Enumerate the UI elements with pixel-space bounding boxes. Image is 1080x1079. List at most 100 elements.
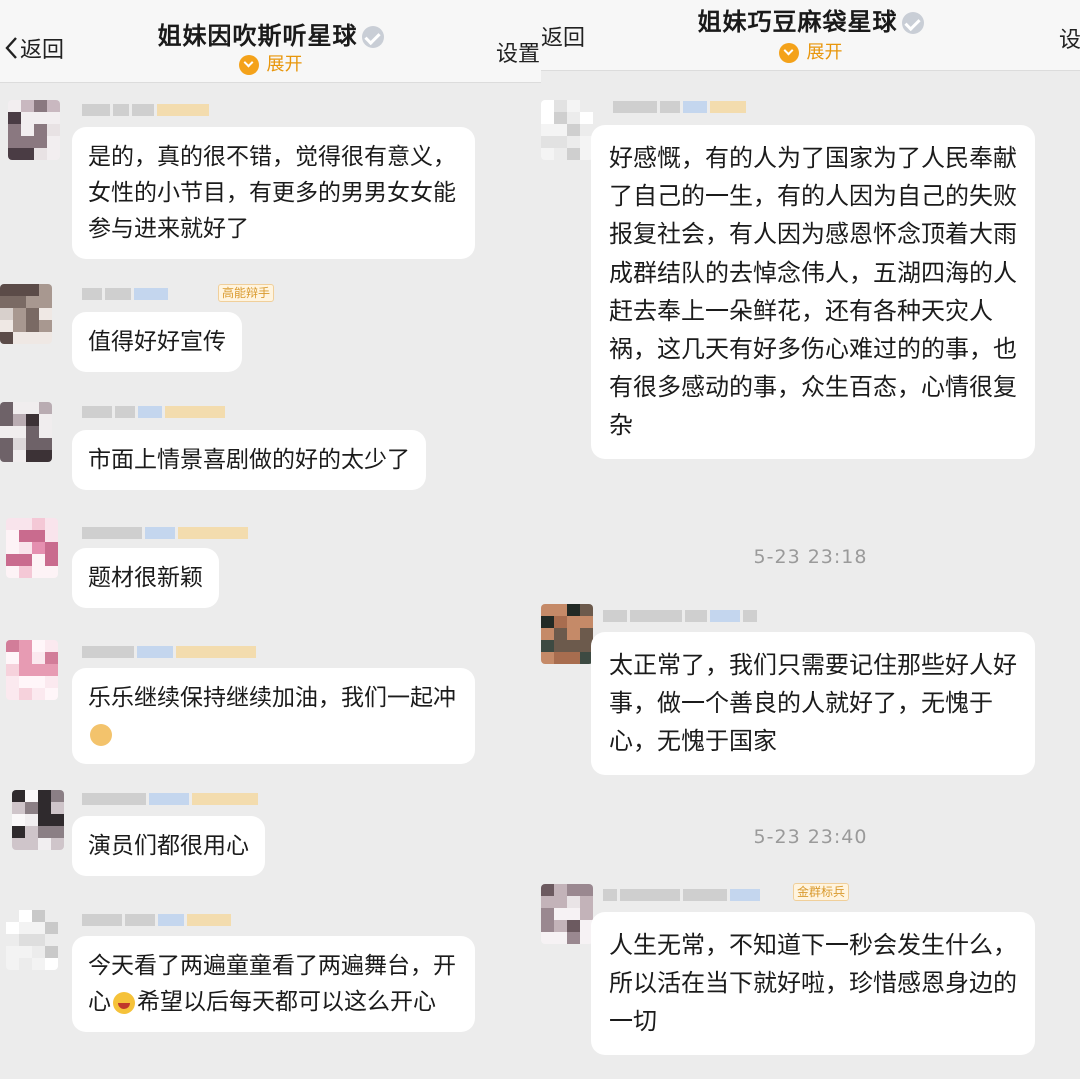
avatar-pixel	[25, 838, 38, 850]
avatar-pixel	[13, 450, 26, 462]
sender-name-blurred	[82, 101, 209, 119]
avatar[interactable]	[541, 604, 593, 664]
avatar-pixel	[541, 124, 554, 136]
avatar[interactable]	[6, 640, 58, 700]
avatar-pixel	[0, 438, 13, 450]
avatar-pixel	[541, 136, 554, 148]
message-text: 希望以后每天都可以这么开心	[137, 989, 436, 1015]
avatar-pixel	[21, 124, 34, 136]
avatar-pixel	[567, 124, 580, 136]
sender-name-blurred	[603, 886, 760, 904]
avatar-pixel	[19, 958, 32, 970]
message-bubble[interactable]: 今天看了两遍童童看了两遍舞台，开心 希望以后每天都可以这么开心	[72, 936, 475, 1032]
avatar[interactable]	[6, 910, 58, 970]
message-bubble[interactable]: 人生无常，不知道下一秒会发生什么，所以活在当下就好啦，珍惜感恩身边的一切	[591, 912, 1035, 1055]
avatar-pixel	[21, 136, 34, 148]
avatar-pixel	[12, 790, 25, 802]
message-bubble[interactable]: 演员们都很用心	[72, 816, 265, 876]
message-bubble[interactable]: 值得好好宣传	[72, 312, 242, 372]
message-bubble[interactable]: 太正常了，我们只需要记住那些好人好事，做一个善良的人就好了，无愧于心，无愧于国家	[591, 632, 1035, 775]
avatar-pixel	[45, 676, 58, 688]
expand-button[interactable]: 展开	[0, 50, 541, 76]
expand-label: 展开	[266, 54, 303, 75]
avatar-pixel	[6, 542, 19, 554]
settings-button[interactable]: 设置	[496, 36, 540, 68]
avatar-pixel	[541, 932, 554, 944]
avatar-pixel	[34, 124, 47, 136]
sender-name-blurred	[82, 790, 258, 808]
avatar-pixel	[26, 296, 39, 308]
avatar[interactable]	[541, 100, 593, 160]
avatar-pixel	[47, 100, 60, 112]
message-text: 题材很新颖	[88, 565, 203, 591]
avatar-pixel	[580, 628, 593, 640]
avatar-pixel	[0, 320, 13, 332]
avatar-pixel	[567, 112, 580, 124]
avatar[interactable]	[6, 518, 58, 578]
avatar-pixel	[541, 640, 554, 652]
avatar[interactable]	[0, 402, 52, 462]
avatar-pixel	[45, 910, 58, 922]
chat-panel-right: 返回 姐妹巧豆麻袋星球 展开 设 好感慨，有的人为了国家为了人民奉献了自己的一生…	[541, 0, 1080, 1079]
avatar-pixel	[32, 688, 45, 700]
avatar-pixel	[34, 148, 47, 160]
message-bubble[interactable]: 题材很新颖	[72, 548, 219, 608]
avatar-pixel	[39, 414, 52, 426]
avatar-pixel	[25, 826, 38, 838]
avatar-pixel	[6, 566, 19, 578]
avatar-pixel	[39, 284, 52, 296]
avatar-pixel	[554, 932, 567, 944]
avatar-pixel	[8, 112, 21, 124]
avatar-pixel	[32, 910, 45, 922]
avatar-pixel	[567, 616, 580, 628]
avatar-pixel	[32, 518, 45, 530]
message-bubble[interactable]: 市面上情景喜剧做的好的太少了	[72, 430, 426, 490]
avatar-pixel	[567, 652, 580, 664]
avatar-pixel	[25, 802, 38, 814]
avatar-pixel	[38, 790, 51, 802]
avatar-pixel	[580, 884, 593, 896]
avatar-pixel	[0, 284, 13, 296]
avatar-pixel	[13, 402, 26, 414]
avatar-pixel	[45, 518, 58, 530]
avatar-pixel	[47, 136, 60, 148]
avatar-pixel	[6, 664, 19, 676]
message-bubble[interactable]: 是的，真的很不错，觉得很有意义，女性的小节目，有更多的男男女女能参与进来就好了	[72, 127, 475, 259]
message-bubble[interactable]: 乐乐继续保持继续加油，我们一起冲	[72, 668, 475, 764]
avatar-pixel	[32, 922, 45, 934]
avatar-pixel	[541, 616, 554, 628]
expand-label: 展开	[806, 42, 843, 63]
message-text: 市面上情景喜剧做的好的太少了	[88, 447, 410, 473]
avatar-pixel	[32, 934, 45, 946]
avatar-pixel	[554, 148, 567, 160]
avatar-pixel	[12, 838, 25, 850]
avatar-pixel	[6, 688, 19, 700]
avatar-pixel	[51, 814, 64, 826]
avatar-pixel	[554, 628, 567, 640]
avatar[interactable]	[8, 100, 60, 160]
avatar-pixel	[554, 616, 567, 628]
avatar-pixel	[8, 124, 21, 136]
avatar-pixel	[554, 640, 567, 652]
avatar-pixel	[541, 604, 554, 616]
message-text: 人生无常，不知道下一秒会发生什么，所以活在当下就好啦，珍惜感恩身边的一切	[609, 931, 1017, 1036]
message-bubble[interactable]: 好感慨，有的人为了国家为了人民奉献了自己的一生，有的人因为自己的失败报复社会，有…	[591, 125, 1035, 459]
avatar-pixel	[0, 308, 13, 320]
avatar-pixel	[19, 922, 32, 934]
settings-button[interactable]: 设	[1059, 22, 1080, 54]
avatar-pixel	[12, 802, 25, 814]
expand-button[interactable]: 展开	[541, 38, 1080, 64]
avatar-pixel	[567, 884, 580, 896]
avatar[interactable]	[0, 284, 52, 344]
avatar-pixel	[19, 566, 32, 578]
avatar-pixel	[38, 814, 51, 826]
avatar[interactable]	[12, 790, 64, 850]
avatar-pixel	[567, 604, 580, 616]
avatar-pixel	[19, 910, 32, 922]
avatar-pixel	[32, 946, 45, 958]
avatar-pixel	[32, 676, 45, 688]
avatar-pixel	[38, 838, 51, 850]
avatar-pixel	[51, 838, 64, 850]
avatar[interactable]	[541, 884, 593, 944]
message-text: 好感慨，有的人为了国家为了人民奉献了自己的一生，有的人因为自己的失败报复社会，有…	[609, 144, 1017, 440]
